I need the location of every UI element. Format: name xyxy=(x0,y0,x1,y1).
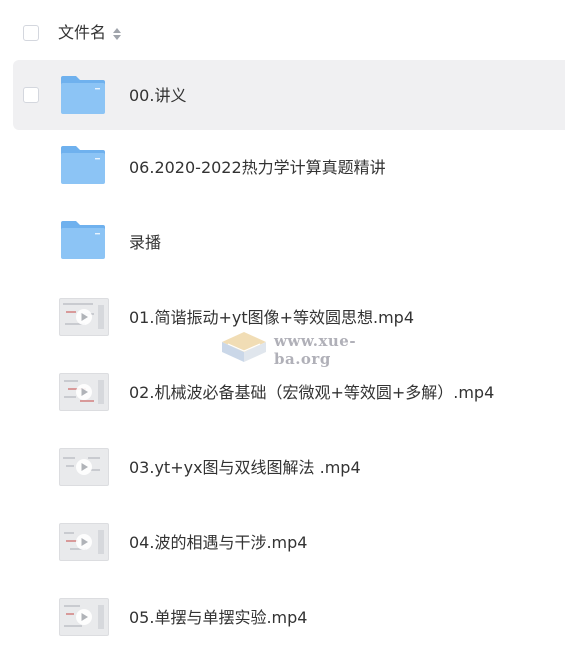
video-thumbnail-icon xyxy=(59,523,109,561)
list-item[interactable]: 00.讲义 xyxy=(13,60,565,130)
list-item[interactable]: 05.单摆与单摆实验.mp4 xyxy=(0,580,565,655)
column-header-filename[interactable]: 文件名 xyxy=(58,22,106,44)
file-name[interactable]: 03.yt+yx图与双线图解法 .mp4 xyxy=(129,430,361,505)
file-name[interactable]: 05.单摆与单摆实验.mp4 xyxy=(129,580,307,655)
list-item[interactable]: 06.2020-2022热力学计算真题精讲 xyxy=(0,130,565,205)
folder-icon xyxy=(61,221,105,259)
file-name[interactable]: 录播 xyxy=(129,205,161,280)
list-item[interactable]: 01.简谐振动+yt图像+等效圆思想.mp4 xyxy=(0,280,565,355)
select-all-checkbox[interactable] xyxy=(23,25,39,41)
list-item[interactable]: 03.yt+yx图与双线图解法 .mp4 xyxy=(0,430,565,505)
file-name[interactable]: 06.2020-2022热力学计算真题精讲 xyxy=(129,130,386,205)
video-thumbnail-icon xyxy=(59,298,109,336)
file-name[interactable]: 02.机械波必备基础（宏微观+等效圆+多解）.mp4 xyxy=(129,355,494,430)
list-item[interactable]: 04.波的相遇与干涉.mp4 xyxy=(0,505,565,580)
row-checkbox[interactable] xyxy=(23,87,39,103)
file-list-header: 文件名 xyxy=(0,0,565,66)
file-name[interactable]: 00.讲义 xyxy=(129,60,186,132)
folder-icon xyxy=(61,76,105,114)
list-item[interactable]: 02.机械波必备基础（宏微观+等效圆+多解）.mp4 xyxy=(0,355,565,430)
video-thumbnail-icon xyxy=(59,373,109,411)
file-list: 00.讲义 06.2020-2022热力学计算真题精讲 录播 01.简谐振动+y… xyxy=(0,60,565,655)
list-item[interactable]: 录播 xyxy=(0,205,565,280)
folder-icon xyxy=(61,146,105,184)
sort-arrows-icon[interactable] xyxy=(112,27,122,41)
file-name[interactable]: 04.波的相遇与干涉.mp4 xyxy=(129,505,307,580)
file-name[interactable]: 01.简谐振动+yt图像+等效圆思想.mp4 xyxy=(129,280,414,355)
video-thumbnail-icon xyxy=(59,448,109,486)
video-thumbnail-icon xyxy=(59,598,109,636)
